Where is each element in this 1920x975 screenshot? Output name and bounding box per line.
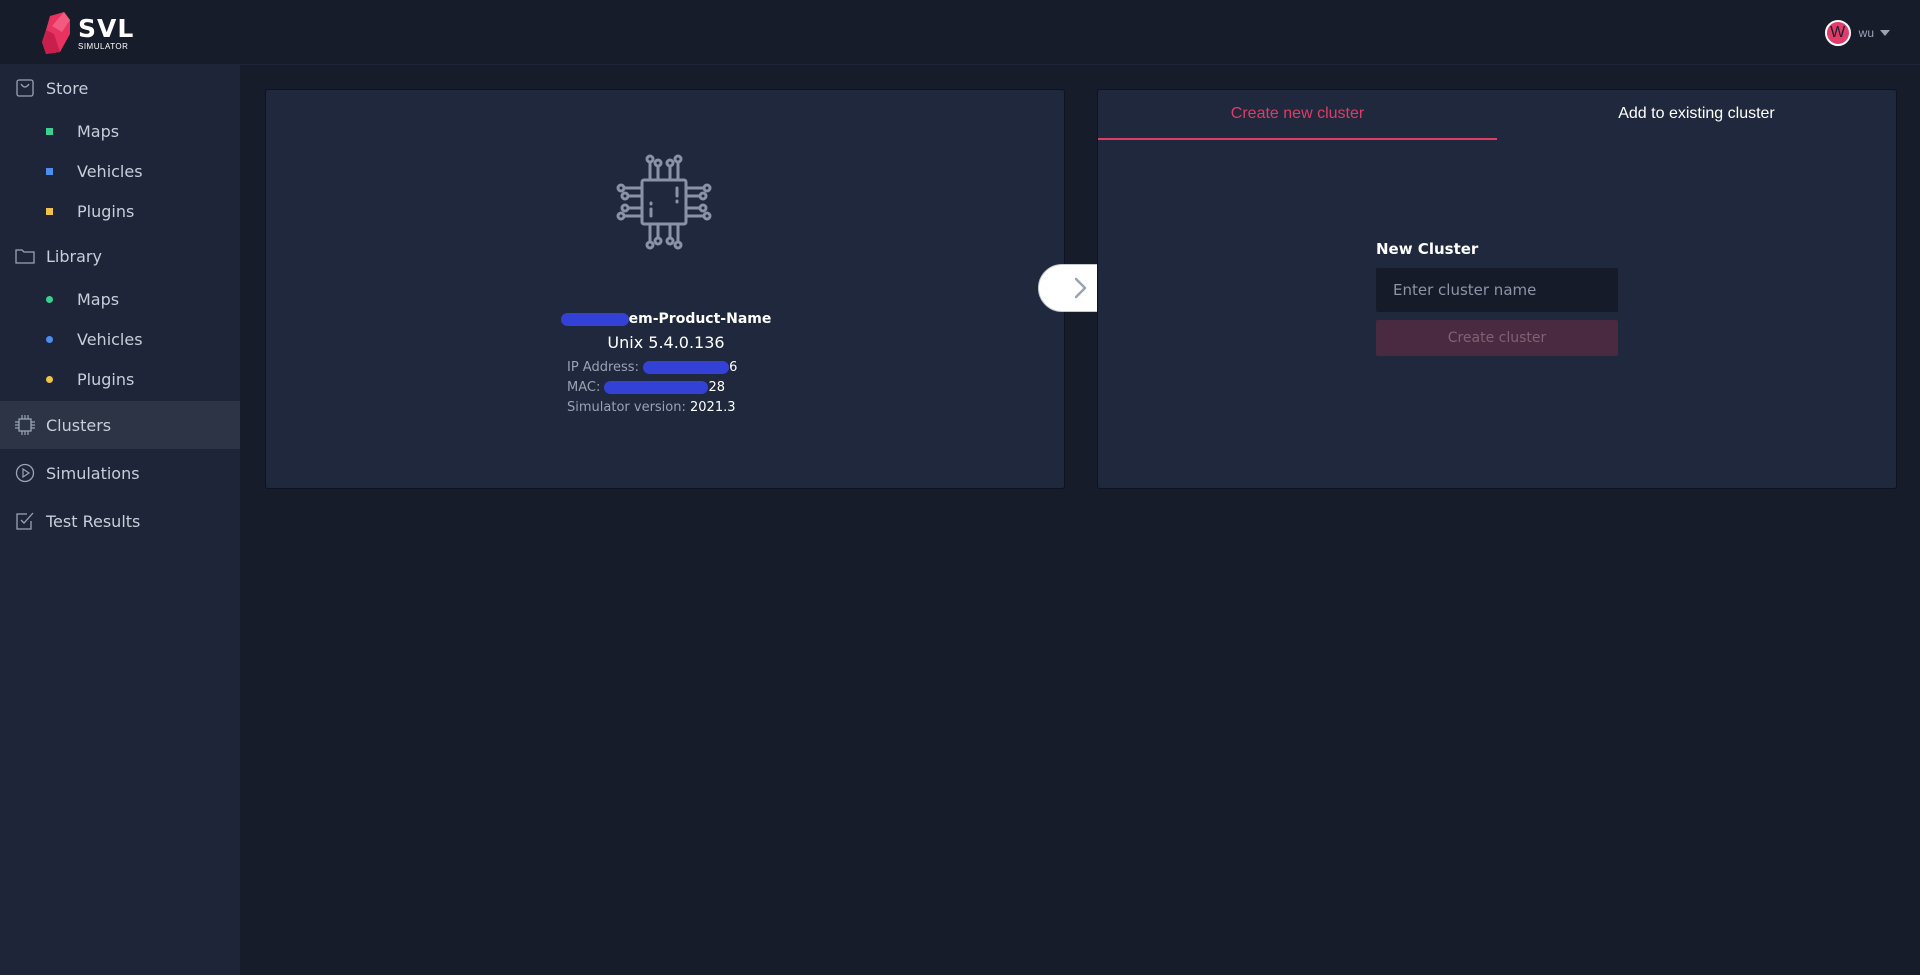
machine-info-card: em-Product-Name Unix 5.4.0.136 IP Addres… xyxy=(265,89,1065,489)
ip-address: IP Address: 6 xyxy=(567,360,737,375)
maps-marker-icon xyxy=(46,127,53,135)
top-bar: SVL SIMULATOR W wu xyxy=(0,0,1920,65)
logo-subtitle: SIMULATOR xyxy=(78,41,129,51)
sidebar-item-store-vehicles[interactable]: Vehicles xyxy=(0,152,240,190)
sidebar-item-library[interactable]: Library xyxy=(0,233,240,279)
sidebar-item-label: Maps xyxy=(77,289,120,309)
redaction-mark xyxy=(643,361,730,374)
sidebar-item-simulations[interactable]: Simulations xyxy=(0,449,240,497)
mac-address: MAC: 28 xyxy=(567,380,725,395)
svl-logo[interactable]: SVL SIMULATOR xyxy=(40,12,134,54)
redaction-mark xyxy=(560,312,629,326)
sidebar-item-label: Vehicles xyxy=(77,161,143,181)
sidebar-item-library-plugins[interactable]: Plugins xyxy=(0,360,240,398)
svl-logo-icon xyxy=(42,12,70,54)
plugins-marker-icon xyxy=(46,375,53,383)
sidebar-item-label: Test Results xyxy=(46,511,141,531)
logo-title: SVL xyxy=(78,13,135,43)
sidebar-item-clusters[interactable]: Clusters xyxy=(0,401,240,449)
machine-os: Unix 5.4.0.136 xyxy=(607,333,725,352)
sidebar-item-store[interactable]: Store xyxy=(0,65,240,111)
chevron-right-icon xyxy=(1074,277,1087,299)
sidebar-item-label: Plugins xyxy=(77,369,135,389)
folder-icon xyxy=(14,245,36,267)
mac-address-label: MAC: xyxy=(567,380,601,395)
sidebar-item-label: Maps xyxy=(77,121,120,141)
play-circle-icon xyxy=(14,462,36,484)
simulator-version-label: Simulator version: xyxy=(567,400,686,415)
sidebar-item-store-maps[interactable]: Maps xyxy=(0,112,240,150)
caret-down-icon xyxy=(1880,30,1890,36)
mac-address-value: 28 xyxy=(708,380,726,395)
user-menu[interactable]: W wu xyxy=(1824,20,1890,46)
tab-create-new-cluster[interactable]: Create new cluster xyxy=(1098,90,1497,140)
checkbox-icon xyxy=(14,510,36,532)
vehicles-marker-icon xyxy=(46,167,53,175)
sidebar-item-library-maps[interactable]: Maps xyxy=(0,280,240,318)
ip-address-label: IP Address: xyxy=(567,360,639,375)
plugins-marker-icon xyxy=(46,207,53,215)
shopping-bag-icon xyxy=(14,77,36,99)
chip-icon xyxy=(616,154,712,250)
sidebar-item-library-vehicles[interactable]: Vehicles xyxy=(0,320,240,358)
machine-name: em-Product-Name xyxy=(266,311,1066,327)
cluster-name-input[interactable] xyxy=(1376,268,1618,312)
redaction-mark xyxy=(604,381,709,394)
maps-marker-icon xyxy=(46,295,53,303)
sidebar-item-label: Vehicles xyxy=(77,329,143,349)
sidebar-item-label: Clusters xyxy=(46,415,112,435)
user-name: wu xyxy=(1858,26,1874,40)
vehicles-marker-icon xyxy=(46,335,53,343)
create-cluster-button[interactable]: Create cluster xyxy=(1376,320,1618,356)
new-cluster-label: New Cluster xyxy=(1376,240,1479,258)
tab-add-to-existing-cluster[interactable]: Add to existing cluster xyxy=(1497,90,1896,140)
simulator-version-value: 2021.3 xyxy=(690,400,736,415)
cluster-card: Create new cluster Add to existing clust… xyxy=(1097,89,1897,489)
sidebar-item-test-results[interactable]: Test Results xyxy=(0,497,240,545)
simulator-version: Simulator version: 2021.3 xyxy=(567,400,736,415)
sidebar-item-label: Simulations xyxy=(46,463,140,483)
avatar: W xyxy=(1824,20,1851,46)
sidebar-item-label: Store xyxy=(46,78,89,98)
ip-address-value: 6 xyxy=(729,360,738,375)
sidebar-item-label: Library xyxy=(46,246,102,266)
sidebar: Store Maps Vehicles Plugins Library Maps… xyxy=(0,65,240,975)
sidebar-item-store-plugins[interactable]: Plugins xyxy=(0,192,240,230)
sidebar-item-label: Plugins xyxy=(77,201,135,221)
chip-icon xyxy=(14,414,36,436)
